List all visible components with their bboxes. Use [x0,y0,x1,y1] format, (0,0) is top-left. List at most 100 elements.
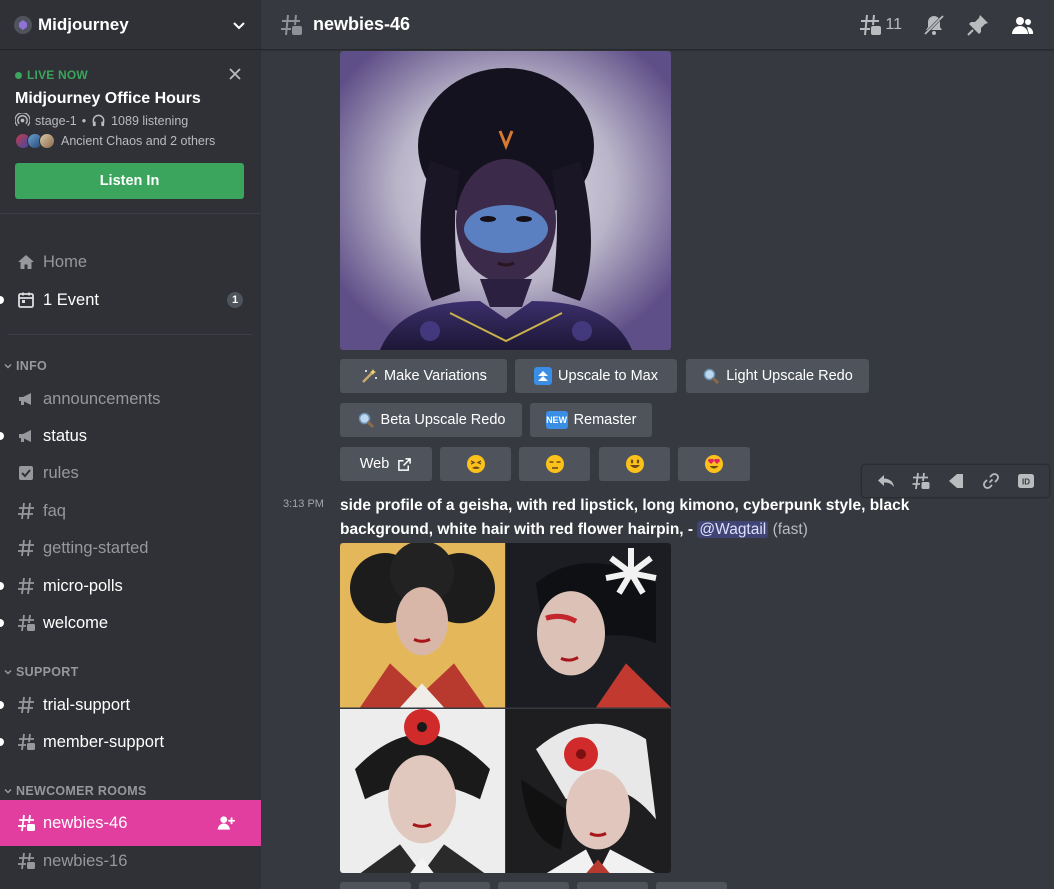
thread-count: 11 [885,16,902,33]
next-button-row [340,882,727,889]
reply-icon[interactable] [876,471,896,491]
category-info[interactable]: INFO [0,356,47,376]
server-logo-icon [14,15,32,34]
channel-label: newbies-16 [43,851,128,870]
add-app-icon[interactable] [946,471,966,491]
channel-trial-support[interactable]: trial-support [0,688,261,722]
add-member-icon[interactable] [216,813,236,833]
channel-sidebar: Midjourney LIVE NOW Midjourney Office Ho… [0,0,261,889]
channel-label: rules [43,463,79,482]
stage-title: Midjourney Office Hours [15,90,201,107]
category-label: NEWCOMER ROOMS [16,784,147,798]
listen-in-button[interactable]: Listen In [15,163,244,199]
channel-newbies-46[interactable]: newbies-46 [0,800,261,846]
generated-image-grid[interactable] [340,543,671,873]
channel-newbies-16[interactable]: newbies-16 [0,844,261,878]
grid-image-2 [506,543,671,708]
live-badge: LIVE NOW [15,68,246,82]
copy-link-icon[interactable] [981,471,1001,491]
reaction-heart-eyes-button[interactable] [678,447,750,481]
megaphone-icon [19,430,31,442]
hashtag-thread-icon [18,814,35,832]
channel-label: newbies-46 [43,813,128,832]
category-support[interactable]: SUPPORT [0,662,79,682]
live-badge-label: LIVE NOW [27,68,88,82]
channel-member-support[interactable]: member-support [0,725,261,759]
reaction-unamused-face-button[interactable] [519,447,590,481]
channel-label: member-support [43,732,165,751]
copy-id-icon[interactable]: ID [1016,471,1036,491]
grid-image-3 [340,708,505,873]
new-badge-icon: NEW [545,411,568,429]
notification-settings-button[interactable] [922,13,946,37]
upscale-to-max-button[interactable]: Upscale to Max [515,359,677,393]
channel-label: faq [43,501,66,520]
category-newcomer-rooms[interactable]: NEWCOMER ROOMS [0,781,147,801]
divider [8,334,252,335]
unread-indicator [0,582,4,590]
server-header[interactable]: Midjourney [0,0,261,50]
button-stub[interactable] [577,882,648,889]
external-link-icon [398,457,412,471]
channel-label: trial-support [43,695,131,714]
message-area: Make Variations Upscale to Max Light Ups… [261,50,1054,889]
button-stub[interactable] [656,882,727,889]
tired-face-icon [466,455,485,473]
channel-faq[interactable]: faq [0,494,261,528]
pin-icon [967,15,988,36]
channel-rules[interactable]: rules [0,456,261,490]
event-count-badge: 1 [227,292,243,308]
web-link-button[interactable]: Web [340,447,432,481]
create-thread-icon[interactable] [911,471,931,491]
threads-icon [860,14,882,36]
channel-label: getting-started [43,538,149,557]
channel-micro-polls[interactable]: micro-polls [0,569,261,603]
svg-text:ID: ID [1022,478,1030,487]
magic-wand-icon [362,369,378,383]
generated-image[interactable] [340,51,671,350]
sidebar-item-home[interactable]: Home [0,245,261,279]
channel-title: newbies-46 [313,14,411,34]
megaphone-icon [19,393,31,405]
close-icon[interactable] [227,66,243,82]
light-upscale-redo-button[interactable]: Light Upscale Redo [686,359,869,393]
header-toolbar: 11 [858,0,1054,50]
chevron-down-icon [4,669,12,675]
reaction-grinning-face-button[interactable] [599,447,670,481]
member-list-button[interactable] [1010,13,1034,37]
upscale-arrow-icon [534,367,553,385]
beta-upscale-redo-button[interactable]: Beta Upscale Redo [340,403,522,437]
remaster-button[interactable]: NEW Remaster [530,403,652,437]
member-list-icon [1012,17,1034,34]
prompt-text: side profile of a geisha, with red lipst… [340,497,910,538]
button-label: Upscale to Max [558,368,658,384]
button-stub[interactable] [419,882,490,889]
threads-button[interactable]: 11 [858,13,902,37]
home-icon [18,255,34,269]
magnifier-icon [358,412,374,429]
hashtag-thread-icon [18,733,35,751]
speaker-names: Ancient Chaos and 2 others [61,134,216,148]
make-variations-button[interactable]: Make Variations [340,359,507,393]
pinned-messages-button[interactable] [966,13,990,37]
magnifier-icon [703,368,720,385]
channel-status[interactable]: status [0,419,261,453]
button-stub[interactable] [498,882,569,889]
button-stub[interactable] [340,882,411,889]
channel-getting-started[interactable]: getting-started [0,531,261,565]
notification-muted-icon [923,14,945,36]
live-dot-icon [15,71,22,79]
reaction-tired-face-button[interactable] [440,447,511,481]
sidebar-item-events[interactable]: 1 Event 1 [0,283,261,317]
unread-indicator [0,619,4,627]
grid-image-1 [340,543,505,708]
user-mention[interactable]: @Wagtail [697,521,769,538]
chevron-down-icon[interactable] [231,17,247,33]
unread-indicator [0,296,4,304]
channel-welcome[interactable]: welcome [0,606,261,640]
meta-separator: • [81,113,87,128]
generation-mode: (fast) [772,521,808,538]
channel-header: newbies-46 11 [261,0,1054,50]
stage-meta: stage-1 • 1089 listening [15,113,246,128]
channel-announcements[interactable]: announcements [0,382,261,416]
